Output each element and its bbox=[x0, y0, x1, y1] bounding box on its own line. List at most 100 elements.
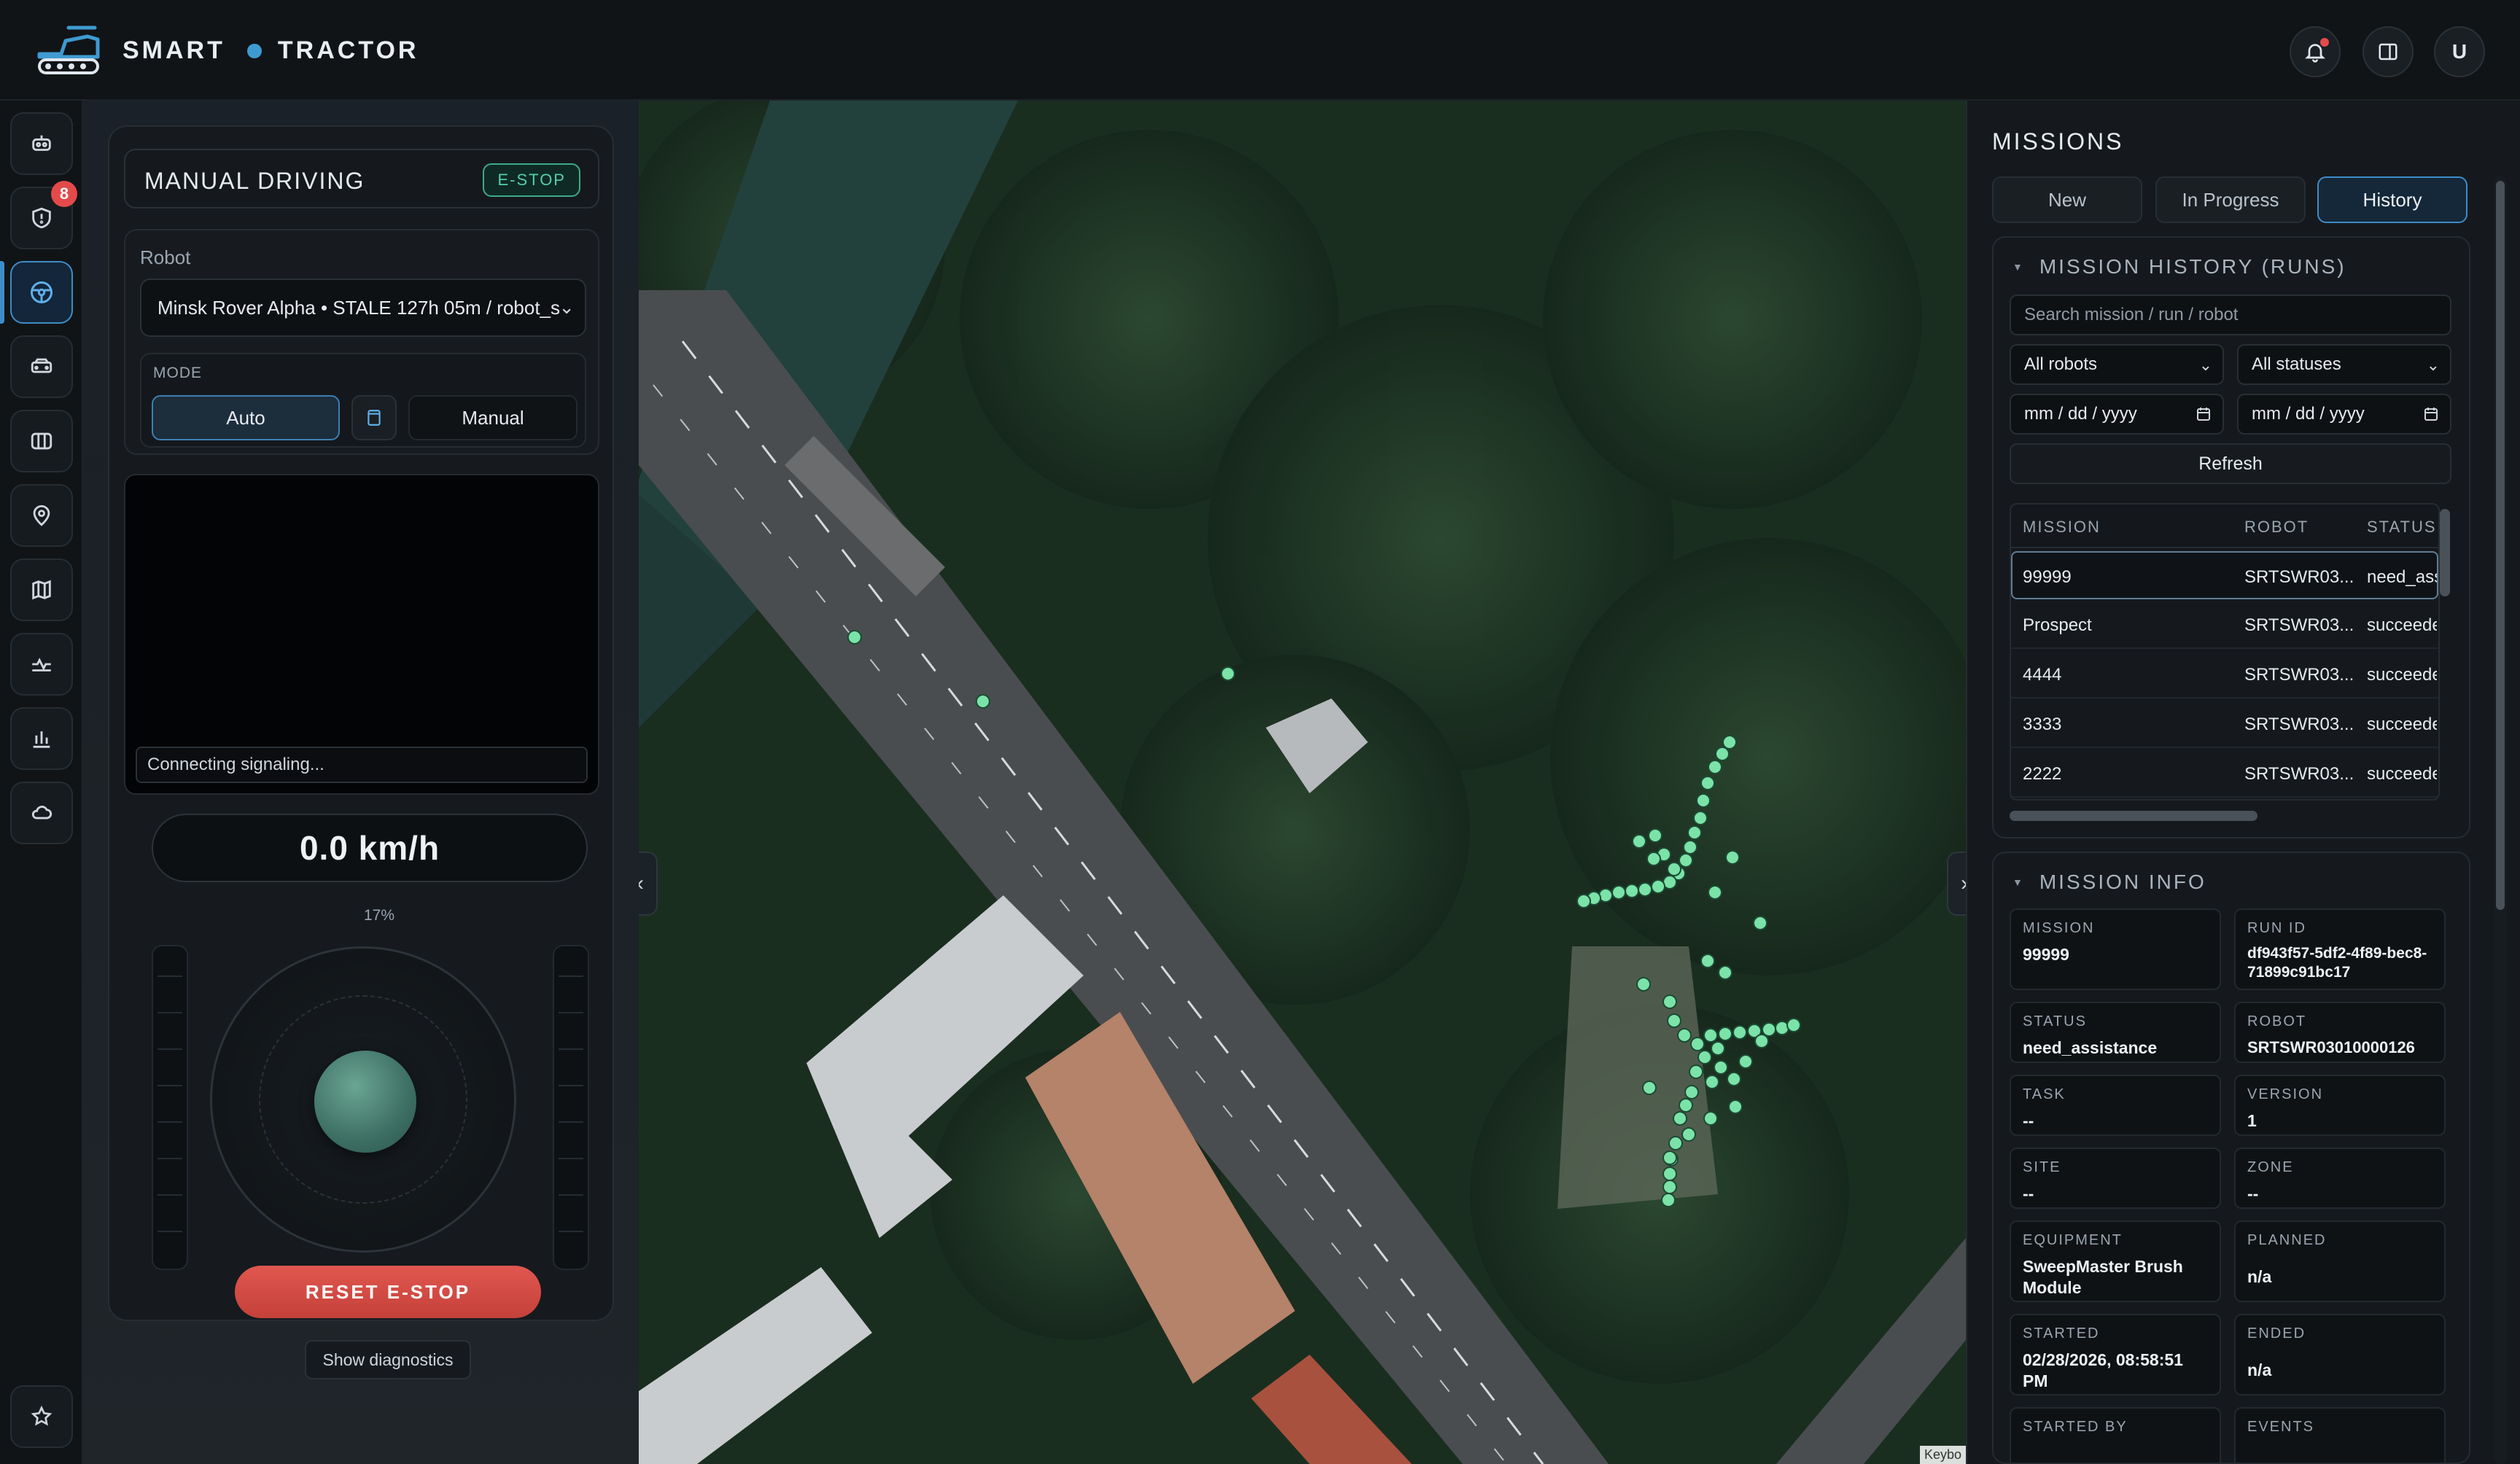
rail-robot-button[interactable] bbox=[10, 112, 73, 175]
mode-manual-button[interactable]: Manual bbox=[408, 395, 578, 440]
collapse-right-panel-button[interactable]: › bbox=[1947, 852, 1966, 916]
cell-status: need_assistance bbox=[2367, 567, 2437, 587]
info-value: -- bbox=[2023, 1184, 2034, 1203]
table-row[interactable]: Prospect SRTSWR03... succeeded bbox=[2011, 601, 2438, 649]
rail-vehicles-button[interactable] bbox=[10, 335, 73, 398]
track-point bbox=[1221, 666, 1235, 681]
robot-select[interactable]: Minsk Rover Alpha • STALE 127h 05m / rob… bbox=[140, 279, 586, 337]
user-avatar-label: U bbox=[2451, 40, 2468, 63]
app-header: SMART TRACTOR U bbox=[0, 0, 2520, 101]
app-brand: SMART TRACTOR bbox=[122, 36, 419, 65]
bar-chart-icon bbox=[33, 731, 50, 748]
cell-status: succeeded bbox=[2367, 665, 2437, 685]
track-point bbox=[1722, 735, 1737, 749]
table-row[interactable]: 4444 SRTSWR03... succeeded bbox=[2011, 650, 2438, 698]
col-status: STATUS bbox=[2367, 518, 2437, 536]
info-value: n/a bbox=[2247, 1267, 2272, 1286]
info-value: -- bbox=[2023, 1111, 2034, 1130]
satellite-map[interactable]: ‹ › Keybo bbox=[639, 101, 1966, 1464]
track-point bbox=[847, 630, 862, 645]
table-row[interactable]: 99999 SRTSWR03... need_assistance bbox=[2011, 551, 2438, 599]
steering-wheel-icon bbox=[31, 281, 52, 303]
info-value: SweepMaster Brush Module bbox=[2023, 1257, 2183, 1297]
robot-section: Robot Minsk Rover Alpha • STALE 127h 05m… bbox=[124, 229, 599, 455]
rail-activity-button[interactable] bbox=[10, 633, 73, 696]
info-card-mission: MISSION 99999 bbox=[2010, 908, 2221, 990]
mode-toggle-button[interactable] bbox=[351, 395, 397, 440]
table-row[interactable]: 3333 SRTSWR03... succeeded bbox=[2011, 700, 2438, 748]
rail-map-button[interactable] bbox=[10, 410, 73, 472]
track-point bbox=[1638, 882, 1652, 897]
user-avatar-button[interactable]: U bbox=[2434, 26, 2485, 77]
joystick[interactable] bbox=[210, 946, 516, 1253]
rail-active-indicator bbox=[0, 261, 4, 324]
map-attribution: Keybo bbox=[1919, 1446, 1966, 1464]
collapse-triangle-icon: ▼ bbox=[2012, 261, 2025, 273]
layout-toggle-button[interactable] bbox=[2362, 26, 2414, 77]
info-card-robot: ROBOT SRTSWR03010000126 bbox=[2234, 1002, 2446, 1063]
rail-routes-button[interactable] bbox=[10, 558, 73, 621]
rail-location-button[interactable] bbox=[10, 484, 73, 547]
table-horizontal-scrollbar[interactable] bbox=[2010, 811, 2258, 821]
track-point bbox=[1662, 1150, 1677, 1165]
info-key: STARTED BY bbox=[2023, 1419, 2128, 1435]
rail-cloud-button[interactable] bbox=[10, 782, 73, 844]
track-point bbox=[1725, 850, 1740, 865]
track-point bbox=[1684, 1085, 1699, 1099]
track-point bbox=[1696, 793, 1711, 808]
cell-robot: SRTSWR03... bbox=[2244, 764, 2354, 784]
track-point bbox=[976, 694, 990, 709]
rail-favorites-button[interactable] bbox=[10, 1385, 73, 1448]
notification-dot bbox=[2320, 38, 2329, 47]
info-card-version: VERSION 1 bbox=[2234, 1075, 2446, 1136]
track-point bbox=[1679, 1098, 1693, 1113]
mission-search-input[interactable]: Search mission / run / robot bbox=[2010, 295, 2451, 335]
info-value: -- bbox=[2247, 1184, 2259, 1203]
left-throttle-bar[interactable] bbox=[152, 945, 188, 1270]
date-from-input[interactable]: mm / dd / yyyy bbox=[2010, 394, 2224, 435]
track-point bbox=[1632, 834, 1646, 849]
tab-new[interactable]: New bbox=[1992, 176, 2142, 223]
track-point bbox=[1668, 1136, 1683, 1150]
panel-scrollbar[interactable] bbox=[2494, 176, 2507, 1464]
track-point bbox=[1700, 776, 1715, 790]
notifications-button[interactable] bbox=[2290, 26, 2341, 77]
history-section-header[interactable]: ▼ MISSION HISTORY (RUNS) bbox=[2012, 255, 2346, 279]
track-point bbox=[1681, 1127, 1696, 1142]
info-value: 02/28/2026, 08:58:51 PM bbox=[2023, 1350, 2183, 1390]
info-key: RUN ID bbox=[2247, 920, 2306, 936]
reset-estop-button[interactable]: RESET E-STOP bbox=[235, 1266, 541, 1318]
tab-history[interactable]: History bbox=[2317, 176, 2468, 223]
vehicle-icon bbox=[31, 358, 52, 373]
table-row[interactable]: 2222 SRTSWR03... succeeded bbox=[2011, 749, 2438, 798]
history-title: MISSION HISTORY (RUNS) bbox=[2039, 255, 2346, 278]
collapse-left-panel-button[interactable]: ‹ bbox=[639, 852, 658, 916]
right-throttle-bar[interactable] bbox=[553, 945, 589, 1270]
mode-section: MODE Auto Manual bbox=[140, 353, 586, 448]
refresh-button[interactable]: Refresh bbox=[2010, 443, 2451, 484]
driving-panel-area: MANUAL DRIVING E-STOP Robot Minsk Rover … bbox=[83, 101, 639, 1464]
speed-readout: 0.0 km/h bbox=[152, 814, 588, 882]
rail-driving-button[interactable] bbox=[10, 261, 73, 324]
date-to-input[interactable]: mm / dd / yyyy bbox=[2237, 394, 2451, 435]
track-point bbox=[1576, 894, 1591, 908]
brand-right: TRACTOR bbox=[277, 36, 419, 64]
info-section-header[interactable]: ▼ MISSION INFO bbox=[2012, 871, 2206, 894]
mode-auto-button[interactable]: Auto bbox=[152, 395, 340, 440]
track-point bbox=[1683, 840, 1698, 854]
info-key: SITE bbox=[2023, 1159, 2061, 1175]
status-filter-select[interactable]: All statuses ⌄ bbox=[2237, 344, 2451, 385]
joystick-knob[interactable] bbox=[314, 1051, 416, 1153]
route-map-icon bbox=[32, 580, 51, 600]
tab-in-progress[interactable]: In Progress bbox=[2155, 176, 2306, 223]
track-point bbox=[1718, 1027, 1732, 1041]
robot-label: Robot bbox=[140, 246, 191, 268]
info-key: STATUS bbox=[2023, 1013, 2087, 1029]
rail-security-button[interactable]: 8 bbox=[10, 181, 77, 249]
rail-analytics-button[interactable] bbox=[10, 707, 73, 770]
show-diagnostics-button[interactable]: Show diagnostics bbox=[305, 1340, 471, 1379]
robots-filter-select[interactable]: All robots ⌄ bbox=[2010, 344, 2224, 385]
panel-scrollbar-thumb[interactable] bbox=[2496, 181, 2505, 910]
missions-panel: MISSIONS New In Progress History ▼ MISSI… bbox=[1966, 101, 2520, 1464]
table-vertical-scrollbar[interactable] bbox=[2440, 509, 2450, 596]
